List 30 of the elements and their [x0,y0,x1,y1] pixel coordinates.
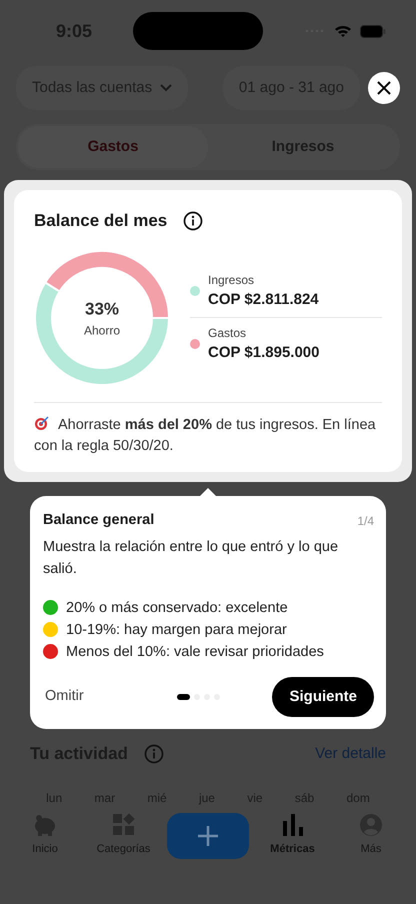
rule-text: Menos del 10%: vale revisar prioridades [66,642,324,662]
skip-button[interactable]: Omitir [45,686,84,708]
next-button[interactable]: Siguiente [272,676,374,718]
savings-label: Ahorro [84,322,120,340]
legend-amount: COP $1.895.000 [208,343,320,363]
plus-icon [197,824,219,847]
legend-amount: COP $2.811.824 [208,290,319,310]
close-button[interactable] [368,72,400,104]
savings-percent: 33% [84,298,120,320]
bar-chart-icon [280,813,304,838]
grid-icon [112,813,136,838]
tooltip-title: Balance general [43,511,154,530]
chevron-down-icon [160,84,172,92]
rule-text: 20% o más conservado: excelente [66,598,288,618]
card-title: Balance del mes [34,210,168,232]
step-counter: 1/4 [357,512,374,530]
add-button[interactable] [167,812,249,859]
legend-label: Gastos [208,325,248,342]
info-icon[interactable] [183,210,204,231]
battery-icon [360,24,386,38]
insight-text: Ahorraste más del 20% de tus ingresos. En línea con la regla 50/30/20. [34,414,377,456]
target-icon [34,414,50,430]
piggy-bank-icon [33,813,57,838]
tab[interactable]: Gastos [18,126,208,168]
wifi-icon [334,24,352,38]
tooltip-text: Muestra la relación entre lo que entró y lo que salió. [43,538,340,580]
close-icon [377,81,391,95]
person-icon [359,813,383,838]
rule-text: 10-19%: hay margen para mejorar [66,620,287,640]
legend-label: Ingresos [208,272,256,288]
